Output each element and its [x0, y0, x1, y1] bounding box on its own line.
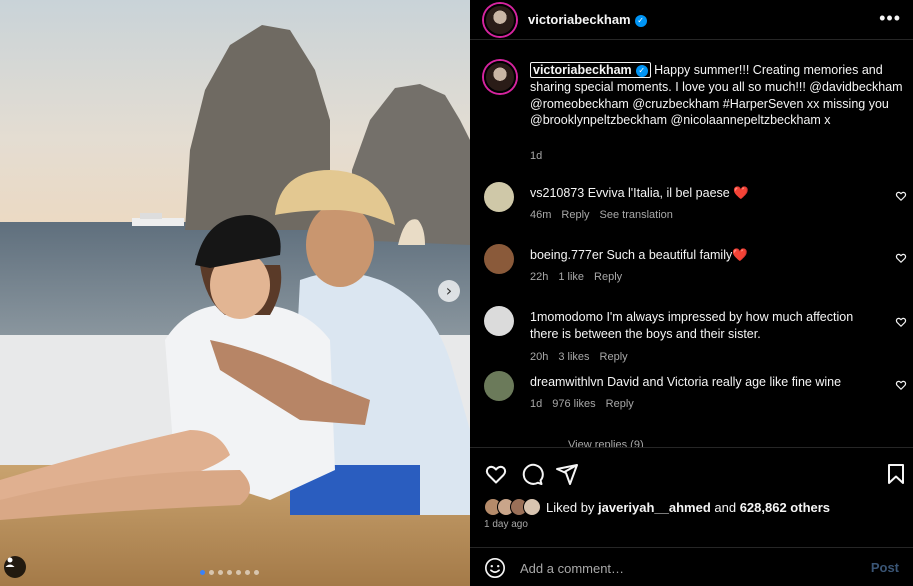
comment-meta: 22h 1 like Reply [530, 271, 622, 283]
author-username[interactable]: victoriabeckham ✓ [528, 12, 647, 27]
post-detail-panel: victoriabeckham ✓ ••• victoriabeckham ✓ Ha… [470, 0, 913, 586]
reply-button[interactable]: Reply [561, 209, 589, 221]
commenter-avatar[interactable] [484, 182, 514, 212]
likes-count[interactable]: 628,862 others [740, 500, 830, 515]
likes-summary[interactable]: Liked by javeriyah__ahmed and 628,862 ot… [546, 500, 830, 515]
comment-item: 1momodomo I'm always impressed by how mu… [470, 306, 913, 363]
post-photo[interactable]: › [0, 0, 470, 586]
caption-author-avatar[interactable] [484, 61, 516, 93]
tagged-users-icon[interactable] [4, 556, 26, 578]
reply-button[interactable]: Reply [606, 398, 634, 410]
commenter-avatar[interactable] [484, 244, 514, 274]
comment-time[interactable]: 22h [530, 271, 548, 283]
comment-text-block: vs210873 Evviva l'Italia, il bel paese ❤… [530, 185, 880, 202]
verified-badge-icon: ✓ [635, 64, 648, 77]
commenter-username[interactable]: vs210873 [530, 186, 584, 200]
comment-likes[interactable]: 1 like [558, 271, 584, 283]
comment-text: David and Victoria really age like fine … [607, 375, 842, 389]
post-comment-button[interactable]: Post [871, 560, 899, 575]
more-options-icon[interactable]: ••• [879, 8, 901, 29]
commenter-avatar[interactable] [484, 371, 514, 401]
comment-like-heart-icon[interactable] [895, 190, 907, 202]
view-replies-button[interactable]: View replies (9) [568, 439, 644, 447]
reply-button[interactable]: Reply [600, 351, 628, 363]
post-header: victoriabeckham ✓ ••• [470, 0, 913, 40]
comment-text-block: boeing.777er Such a beautiful family❤️ [530, 247, 880, 264]
comment-text: Such a beautiful family❤️ [606, 248, 748, 262]
post-age: 1 day ago [484, 519, 528, 530]
comment-meta: 46m Reply See translation [530, 209, 673, 221]
comment-text: Evviva l'Italia, il bel paese ❤️ [587, 186, 749, 200]
comment-likes[interactable]: 3 likes [558, 351, 589, 363]
author-username-text[interactable]: victoriabeckham [528, 12, 631, 27]
comment-like-heart-icon[interactable] [895, 252, 907, 264]
caption-time[interactable]: 1d [530, 150, 542, 162]
carousel-dot [227, 570, 232, 575]
comment-text-block: 1momodomo I'm always impressed by how mu… [530, 309, 880, 343]
carousel-dot [200, 570, 205, 575]
commenter-avatar[interactable] [484, 306, 514, 336]
caption-username[interactable]: victoriabeckham ✓ [530, 62, 651, 78]
carousel-dot [245, 570, 250, 575]
carousel-dot [209, 570, 214, 575]
see-translation-button[interactable]: See translation [600, 209, 673, 221]
liked-by-row[interactable]: Liked by javeriyah__ahmed and 628,862 ot… [484, 498, 830, 516]
carousel-indicator [200, 570, 259, 575]
comment-icon[interactable] [520, 462, 544, 486]
carousel-dot [236, 570, 241, 575]
comment-item: vs210873 Evviva l'Italia, il bel paese ❤… [470, 182, 913, 238]
comment-like-heart-icon[interactable] [895, 316, 907, 328]
save-bookmark-icon[interactable] [884, 462, 908, 486]
author-avatar[interactable] [484, 4, 516, 36]
comment-input[interactable] [520, 556, 850, 580]
add-comment-bar: Post [470, 547, 913, 586]
comment-time[interactable]: 20h [530, 351, 548, 363]
comment-item: boeing.777er Such a beautiful family❤️ 22… [470, 244, 913, 300]
post-caption: victoriabeckham ✓ Happy summer!!! Creatin… [530, 62, 905, 129]
comment-meta: 1d 976 likes Reply [530, 398, 634, 410]
comment-item: dreamwithlvn David and Victoria really a… [470, 371, 913, 427]
photo-image [0, 0, 470, 586]
comment-meta: 20h 3 likes Reply [530, 351, 628, 363]
comments-section[interactable]: victoriabeckham ✓ Happy summer!!! Creatin… [470, 41, 913, 447]
post-actions: Liked by javeriyah__ahmed and 628,862 ot… [470, 447, 913, 547]
comment-time[interactable]: 1d [530, 398, 542, 410]
like-heart-icon[interactable] [484, 462, 508, 486]
liker-avatar [523, 498, 541, 516]
commenter-username[interactable]: boeing.777er [530, 248, 603, 262]
commenter-username[interactable]: 1momodomo [530, 310, 603, 324]
next-image-button[interactable]: › [438, 280, 460, 302]
reply-button[interactable]: Reply [594, 271, 622, 283]
commenter-username[interactable]: dreamwithlvn [530, 375, 604, 389]
comment-time[interactable]: 46m [530, 209, 551, 221]
comment-text-block: dreamwithlvn David and Victoria really a… [530, 374, 880, 391]
comment-likes[interactable]: 976 likes [552, 398, 595, 410]
comment-like-heart-icon[interactable] [895, 379, 907, 391]
share-icon[interactable] [555, 462, 579, 486]
carousel-dot [254, 570, 259, 575]
emoji-icon[interactable] [484, 557, 506, 579]
liker-username[interactable]: javeriyah__ahmed [598, 500, 711, 515]
verified-badge-icon: ✓ [634, 14, 647, 27]
carousel-dot [218, 570, 223, 575]
